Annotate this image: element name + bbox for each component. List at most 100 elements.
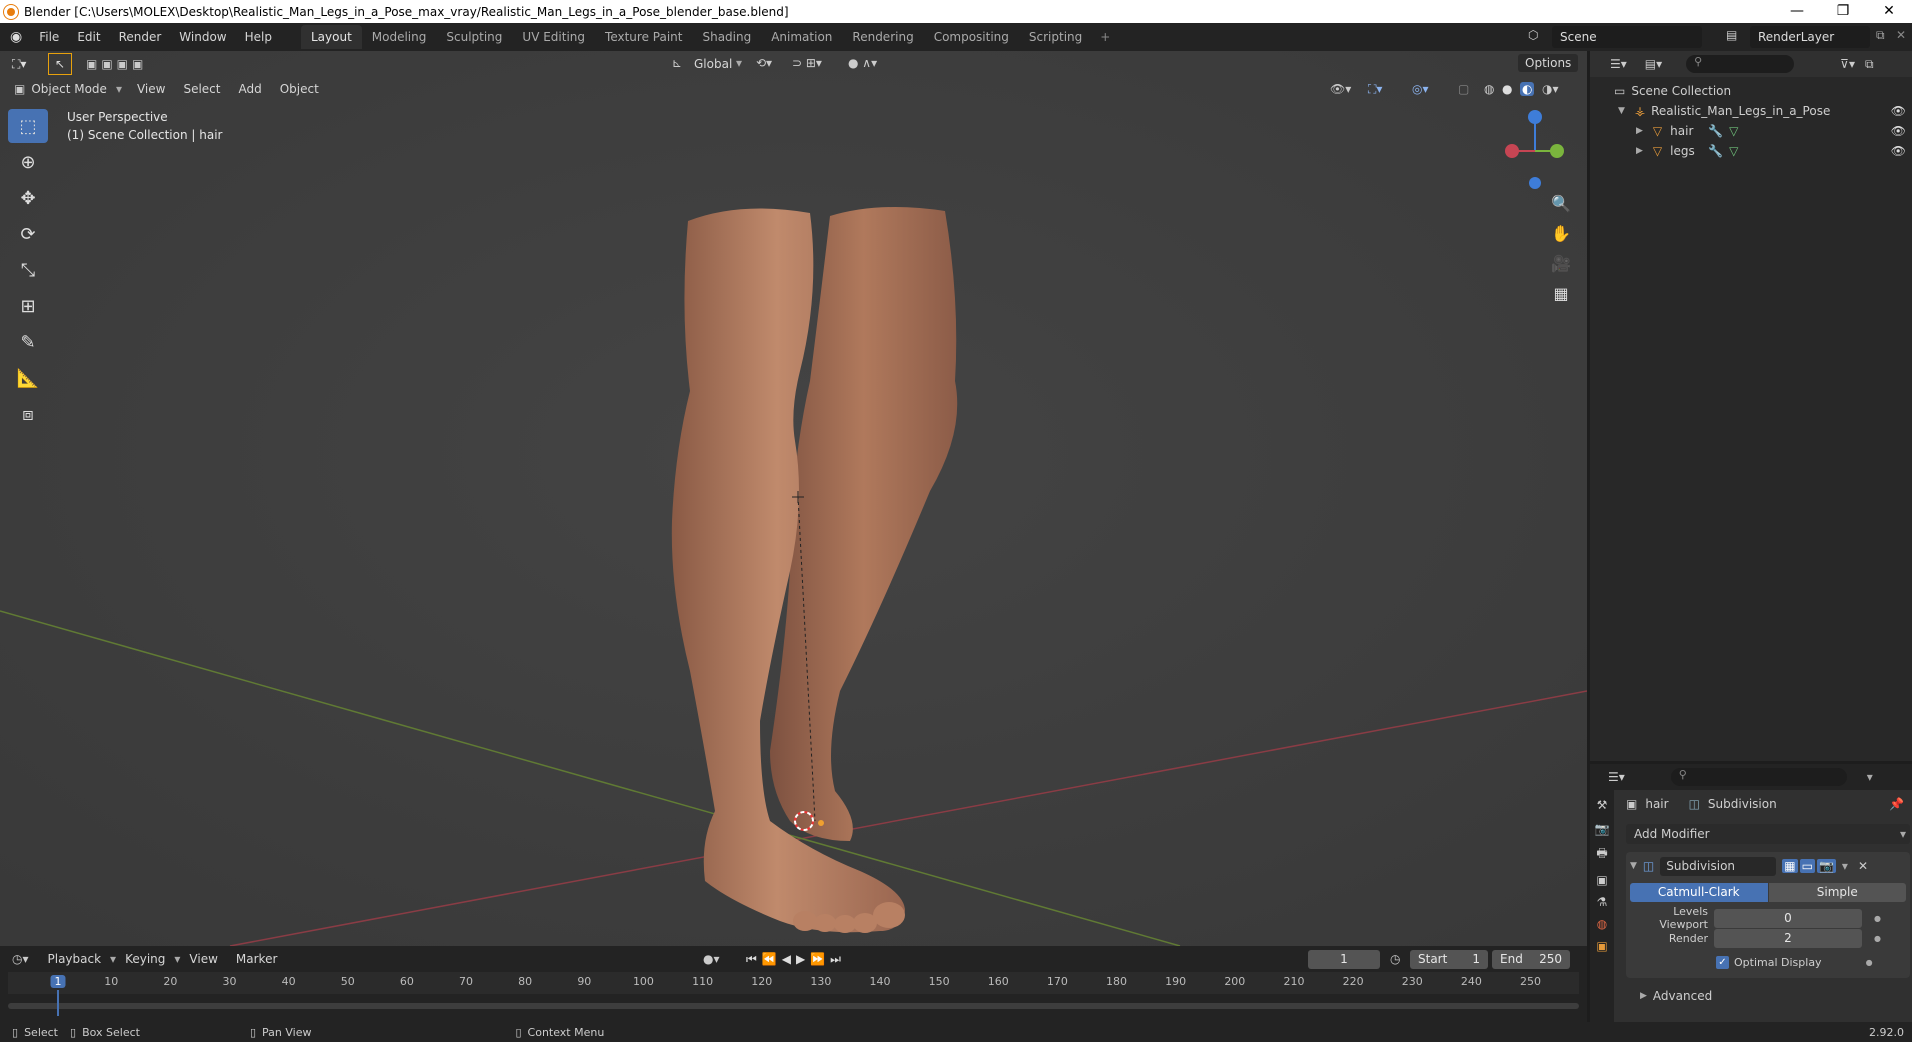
transform-tool-icon[interactable]: ⊞ — [8, 289, 48, 323]
properties-options-chevron-icon[interactable]: ▾ — [1867, 770, 1873, 784]
remove-layer-icon[interactable]: ✕ — [1896, 28, 1906, 42]
viewport-toggle-icon[interactable]: ▭ — [1799, 859, 1815, 873]
object-tab-icon[interactable]: ▣ — [1590, 939, 1614, 953]
filter-icon[interactable]: ⊽▾ — [1840, 57, 1855, 71]
pan-hand-icon[interactable]: ✋ — [1547, 219, 1575, 247]
catmull-clark-button[interactable]: Catmull-Clark — [1630, 882, 1768, 902]
playback-controls-icon[interactable]: ⏮⏪◀▶⏩⏭ — [746, 952, 846, 967]
new-layer-icon[interactable]: ⧉ — [1876, 28, 1885, 43]
timeline-menu-marker[interactable]: Marker — [227, 950, 286, 968]
outliner-row-hair[interactable]: ▶ ▽ hair 🔧 ▽ 👁 — [1590, 121, 1912, 141]
playhead-line[interactable] — [57, 990, 59, 1016]
scene-tab-icon[interactable]: ⚗ — [1590, 895, 1614, 909]
orientation-dropdown[interactable]: Global — [685, 55, 741, 73]
expand-down-icon[interactable]: ▼ — [1618, 106, 1625, 116]
close-button[interactable]: ✕ — [1866, 0, 1912, 23]
tab-animation[interactable]: Animation — [761, 25, 842, 49]
add-modifier-dropdown[interactable]: Add Modifier ▾ — [1626, 824, 1910, 844]
render-toggle-icon[interactable]: 📷 — [1816, 859, 1836, 873]
tab-modeling[interactable]: Modeling — [362, 25, 437, 49]
current-frame-field[interactable]: 1 — [1308, 949, 1380, 969]
zoom-icon[interactable]: 🔍 — [1547, 189, 1575, 217]
keyframe-dot-icon[interactable]: ● — [1874, 914, 1881, 923]
render-levels-field[interactable]: 2 — [1714, 928, 1862, 948]
minimize-button[interactable]: — — [1774, 0, 1820, 23]
tab-sculpting[interactable]: Sculpting — [436, 25, 512, 49]
shading-rendered-icon[interactable]: ◑▾ — [1542, 82, 1559, 96]
timeline-menu-keying[interactable]: Keying — [116, 950, 174, 968]
proportional-edit-icon[interactable]: ● ∧▾ — [848, 56, 877, 70]
preview-range-icon[interactable]: ◷ — [1390, 952, 1400, 966]
annotate-tool-icon[interactable]: ✎ — [8, 325, 48, 359]
editor-type-icon[interactable]: ⛶▾ — [12, 57, 40, 72]
blender-menu-icon[interactable]: ◉ — [10, 29, 22, 45]
tool-tab-icon[interactable]: ⚒ — [1590, 798, 1614, 812]
timeline-menu-playback[interactable]: Playback — [39, 950, 111, 968]
scale-tool-icon[interactable]: ⤡ — [8, 253, 48, 287]
tab-scripting[interactable]: Scripting — [1019, 25, 1092, 49]
scene-field[interactable]: Scene — [1552, 26, 1702, 48]
properties-editor-icon[interactable]: ☰▾ — [1608, 770, 1625, 784]
tab-texture-paint[interactable]: Texture Paint — [595, 25, 692, 49]
outliner-row-legs[interactable]: ▶ ▽ legs 🔧 ▽ 👁 — [1590, 141, 1912, 161]
mesh-data-icon[interactable]: ▽ — [1729, 144, 1738, 158]
timeline-editor-icon[interactable]: ◷▾ — [12, 952, 29, 966]
pivot-icon[interactable]: ⟲▾ — [756, 56, 772, 70]
shading-material-icon[interactable]: ◐ — [1520, 82, 1535, 96]
properties-search-input[interactable]: ⚲ — [1670, 768, 1847, 786]
gizmo-toggle-icon[interactable]: ⛶▾ — [1368, 82, 1382, 97]
visibility-icon[interactable]: 👁▾ — [1330, 82, 1351, 96]
tab-layout[interactable]: Layout — [300, 25, 362, 49]
eye-icon[interactable]: 👁 — [1891, 144, 1906, 158]
maximize-button[interactable]: ❐ — [1820, 0, 1866, 23]
ortho-grid-icon[interactable]: ▦ — [1547, 279, 1575, 307]
menu-edit[interactable]: Edit — [68, 30, 109, 44]
expand-right-icon[interactable]: ▶ — [1636, 146, 1643, 156]
viewport-menu-select[interactable]: Select — [174, 80, 229, 98]
modifier-name-field[interactable]: Subdivision — [1660, 856, 1777, 876]
options-dropdown[interactable]: Options — [1518, 54, 1578, 72]
menu-file[interactable]: File — [30, 30, 68, 44]
menu-help[interactable]: Help — [236, 30, 281, 44]
overlay-toggle-icon[interactable]: ◎▾ — [1412, 82, 1429, 96]
levels-viewport-field[interactable]: 0 — [1714, 908, 1862, 928]
outliner-search-input[interactable]: ⚲ — [1686, 55, 1795, 73]
optimal-display-checkbox[interactable]: ✓ — [1716, 955, 1729, 969]
keyframe-dot-icon[interactable]: ● — [1866, 958, 1873, 967]
shading-solid-icon[interactable]: ● — [1502, 82, 1512, 96]
frame-ruler[interactable]: 1 10 20 30 40 50 60 70 80 90 100 110 120 130 140 150 160… — [8, 972, 1579, 1016]
add-cube-tool-icon[interactable]: ⧈ — [8, 397, 48, 431]
render-tab-icon[interactable]: 📷 — [1590, 822, 1614, 836]
simple-button[interactable]: Simple — [1768, 882, 1906, 902]
rotate-tool-icon[interactable]: ⟳ — [8, 217, 48, 251]
shading-wireframe-icon[interactable]: ◍ — [1484, 82, 1494, 96]
outliner-editor-icon[interactable]: ☰▾ — [1610, 57, 1627, 71]
pin-icon[interactable]: 📌 — [1889, 797, 1904, 811]
outliner-row-scene-collection[interactable]: ▭ Scene Collection — [1590, 81, 1912, 101]
record-icon[interactable]: ●▾ — [703, 952, 720, 966]
mesh-data-icon[interactable]: ▽ — [1729, 124, 1738, 138]
end-frame-field[interactable]: End 250 — [1492, 949, 1570, 969]
3d-viewport[interactable]: ⛶▾ ↖ ▣▣▣▣ ⊾ Global ▾ ⟲▾ ⊃ ⊞▾ ● ∧▾ Option… — [0, 51, 1587, 946]
snap-icon[interactable]: ⊃ ⊞▾ — [792, 56, 822, 70]
timeline-menu-view[interactable]: View — [180, 950, 226, 968]
select-mode-icons[interactable]: ▣▣▣▣ — [86, 57, 147, 71]
scene-type-icon[interactable]: ⬡ — [1528, 28, 1538, 42]
menu-render[interactable]: Render — [110, 30, 171, 44]
outliner-row-collection[interactable]: ▼ ⚶ Realistic_Man_Legs_in_a_Pose 👁 — [1590, 101, 1912, 121]
advanced-subpanel[interactable]: ▶ Advanced — [1626, 986, 1910, 1006]
tab-shading[interactable]: Shading — [692, 25, 761, 49]
edit-mode-toggle-icon[interactable]: ▦ — [1782, 859, 1798, 873]
cursor-tool-icon[interactable]: ⊕ — [8, 145, 48, 179]
xray-icon[interactable]: ▢ — [1458, 82, 1469, 96]
expand-right-icon[interactable]: ▶ — [1636, 126, 1643, 136]
mode-dropdown[interactable]: Object Mode — [25, 80, 116, 98]
view-layer-tab-icon[interactable]: ▣ — [1590, 873, 1614, 887]
keyframe-dot-icon[interactable]: ● — [1874, 934, 1881, 943]
measure-tool-icon[interactable]: 📐 — [8, 361, 48, 395]
world-tab-icon[interactable]: ◍ — [1590, 917, 1614, 931]
output-tab-icon[interactable]: 🖶 — [1590, 844, 1614, 865]
select-tool-icon[interactable]: ↖ — [48, 53, 72, 75]
render-layer-field[interactable]: RenderLayer — [1750, 26, 1870, 48]
modifier-wrench-icon[interactable]: 🔧 — [1708, 124, 1723, 138]
